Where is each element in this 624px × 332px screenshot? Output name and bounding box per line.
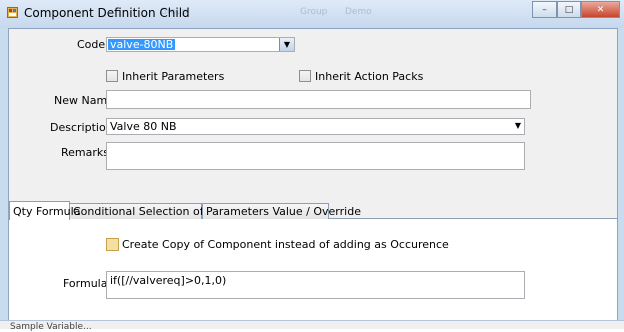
tab-parameters-override[interactable]: Parameters Value / Override [202,203,361,219]
close-icon: ✕ [596,4,605,15]
inherit-parameters-label: Inherit Parameters [122,70,225,83]
create-copy-label: Create Copy of Component instead of addi… [122,238,449,251]
formula-value: if([//valvereq]>0,1,0) [110,274,227,287]
create-copy-checkbox[interactable] [106,238,119,251]
formula-label: Formula [63,277,108,290]
inherit-parameters-checkbox[interactable] [106,70,118,82]
code-value: valve-80NB [108,38,176,51]
description-combobox[interactable]: Valve 80 NB ▼ [106,118,525,135]
close-button[interactable]: ✕ [581,1,620,18]
remarks-label: Remarks [61,146,109,159]
tab-qty-formula[interactable]: Qty Formula [9,201,80,220]
chevron-down-icon[interactable]: ▼ [515,121,521,130]
code-combobox[interactable]: valve-80NB ▼ [106,37,295,52]
upper-form-panel [9,29,617,201]
app-window-icon [7,7,18,18]
description-value: Valve 80 NB [110,120,177,133]
background-ghost-text: Group [300,7,328,17]
inherit-action-packs-label: Inherit Action Packs [315,70,424,83]
minimize-button[interactable]: – [532,1,557,18]
description-label: Description [50,121,113,134]
maximize-icon: □ [564,4,574,15]
background-ghost-text: Demo [345,7,372,17]
minimize-icon: – [542,4,547,15]
formula-input[interactable]: if([//valvereq]>0,1,0) [106,271,525,299]
tab-conditional-selection[interactable]: Conditional Selection of Child [69,203,235,219]
new-name-label: New Name [54,94,114,107]
inherit-action-packs-checkbox[interactable] [299,70,311,82]
code-label: Code [77,38,106,51]
remarks-textarea[interactable] [106,142,525,170]
new-name-input[interactable] [106,90,531,109]
chevron-down-icon[interactable]: ▼ [279,38,294,51]
maximize-button[interactable]: □ [557,1,581,18]
window-title: Component Definition Child [24,6,190,20]
bottom-partial-label: Sample Variable... [10,322,92,332]
